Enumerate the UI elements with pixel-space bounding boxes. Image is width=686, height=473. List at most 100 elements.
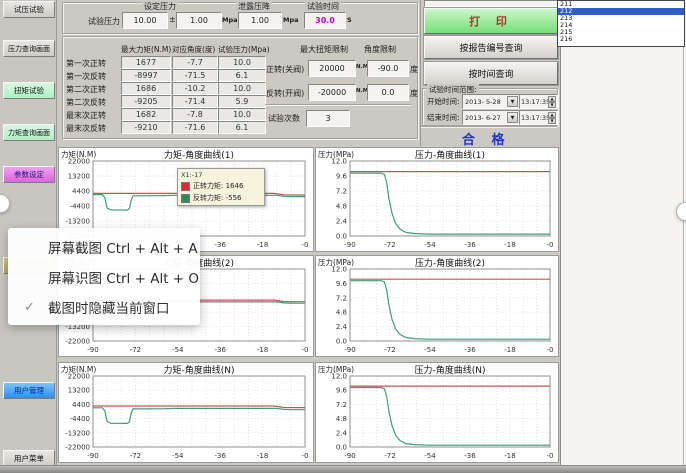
- forward-angle-field[interactable]: -90.0: [367, 60, 409, 77]
- end-time-label: 结束时间:: [427, 112, 460, 123]
- svg-text:-54: -54: [424, 241, 436, 249]
- sidebar-item-parameter-setting[interactable]: 参数设定: [3, 166, 55, 183]
- svg-text:-4400: -4400: [70, 203, 90, 211]
- svg-text:-72: -72: [384, 241, 395, 249]
- tooltip-header: X1:-17: [181, 171, 261, 179]
- test-pressure-field[interactable]: 10.00: [122, 12, 168, 29]
- start-date-picker[interactable]: 2013- 5-28 ▼: [462, 94, 520, 109]
- row-label: 最末次反转: [66, 123, 106, 134]
- svg-text:-13200: -13200: [65, 429, 90, 437]
- test-time-field[interactable]: 30.0: [304, 12, 346, 29]
- overlay-handle-right[interactable]: [676, 202, 686, 221]
- reverse-angle-field[interactable]: 0.0: [367, 84, 409, 101]
- table-cell: 10.0: [218, 108, 266, 121]
- svg-text:9.6: 9.6: [336, 173, 348, 181]
- forward-torque-field[interactable]: 20000: [308, 60, 356, 77]
- list-item[interactable]: 213: [558, 15, 684, 22]
- green-swatch-icon: [181, 194, 190, 203]
- print-button[interactable]: 打 印: [424, 8, 558, 34]
- end-time-picker[interactable]: 13:17:35 ▲▼: [519, 110, 558, 125]
- svg-text:-54: -54: [424, 452, 436, 460]
- svg-text:12.0: 12.0: [331, 266, 347, 274]
- svg-text:4.8: 4.8: [336, 309, 347, 317]
- chart-torque-curve-n: 力矩(N.M)力矩-角度曲线(N)22000132004400-4400-132…: [58, 362, 314, 463]
- svg-text:-18: -18: [257, 241, 268, 249]
- svg-text:0.0: 0.0: [336, 444, 347, 452]
- chart-pressure-curve-2: 压力(MPa)压力-角度曲线(2)12.09.67.24.82.40.0-90-…: [315, 255, 559, 357]
- row-label: 第一次反转: [66, 71, 106, 82]
- svg-text:-0: -0: [302, 346, 309, 354]
- svg-text:13200: 13200: [68, 173, 90, 181]
- svg-text:0.0: 0.0: [336, 338, 347, 346]
- svg-text:-22000: -22000: [65, 338, 90, 346]
- svg-text:-90: -90: [344, 346, 355, 354]
- svg-text:7.2: 7.2: [336, 401, 347, 409]
- svg-text:2.4: 2.4: [336, 218, 348, 226]
- start-time-picker[interactable]: 13:17:35 ▲▼: [519, 94, 558, 109]
- taskbar-strip[interactable]: [0, 465, 686, 473]
- sidebar-item-user-management[interactable]: 用户管理: [3, 382, 55, 399]
- svg-text:4.8: 4.8: [336, 203, 347, 211]
- spinner-icon[interactable]: ▲▼: [548, 112, 556, 123]
- list-item[interactable]: 216: [558, 36, 684, 43]
- svg-text:4.8: 4.8: [336, 415, 347, 423]
- test-pressure-label: 试验压力: [88, 16, 120, 27]
- screen: 试压试验 压力查询画面 扭矩试验 力矩查询画面 参数设定 厂家参数 用户管理 用…: [0, 0, 686, 473]
- list-item-selected[interactable]: 212: [558, 8, 684, 15]
- dropdown-arrow-icon[interactable]: ▼: [507, 112, 518, 123]
- test-time-header: 试验时间: [305, 1, 341, 12]
- tolerance-field[interactable]: 1.00: [176, 12, 222, 29]
- leak-drop-field[interactable]: 1.00: [238, 12, 282, 29]
- svg-text:-72: -72: [384, 346, 395, 354]
- svg-text:-0: -0: [547, 241, 554, 249]
- plus-minus-label: ±: [169, 15, 176, 24]
- query-by-report-button[interactable]: 按报告编号查询: [424, 36, 558, 59]
- menu-item-hide-window[interactable]: ✓ 截图时隐藏当前窗口: [8, 294, 200, 320]
- sidebar-item-torque-query[interactable]: 力矩查询画面: [3, 124, 55, 141]
- svg-text:压力-角度曲线(2): 压力-角度曲线(2): [415, 257, 485, 269]
- menu-item-label: 截图时隐藏当前窗口: [48, 297, 170, 317]
- query-divider: [420, 0, 421, 146]
- menu-item-screen-ocr[interactable]: 屏幕识图 Ctrl + Alt + O: [8, 264, 200, 290]
- deg-unit-1: 度: [410, 64, 418, 75]
- sidebar-item-pressure-test[interactable]: 试压试验: [3, 1, 55, 18]
- svg-text:22000: 22000: [68, 158, 90, 166]
- svg-text:-0: -0: [302, 241, 309, 249]
- menu-item-label: 屏幕识图 Ctrl + Alt + O: [48, 267, 199, 287]
- dropdown-arrow-icon[interactable]: ▼: [507, 96, 518, 107]
- table-cell: 6.1: [218, 69, 266, 82]
- svg-text:13200: 13200: [68, 387, 90, 395]
- query-by-time-button[interactable]: 按时间查询: [424, 62, 558, 85]
- svg-text:压力-角度曲线(1): 压力-角度曲线(1): [415, 149, 485, 161]
- table-cell: 1682: [121, 108, 171, 121]
- svg-text:-36: -36: [214, 241, 226, 249]
- report-number-list[interactable]: 211 212 213 214 215 216: [557, 0, 685, 47]
- svg-text:-0: -0: [547, 346, 554, 354]
- svg-text:-54: -54: [424, 346, 436, 354]
- sidebar-item-torque-test[interactable]: 扭矩试验: [3, 82, 55, 99]
- desktop-window-edge: [683, 0, 684, 465]
- menu-item-screen-capture[interactable]: 屏幕截图 Ctrl + Alt + A: [8, 234, 200, 260]
- torque-limit-header: 最大扭矩限制: [300, 44, 348, 55]
- row-label: 第二次正转: [66, 84, 106, 95]
- list-item[interactable]: 211: [558, 1, 684, 8]
- table-cell: -8997: [121, 69, 171, 82]
- svg-text:-18: -18: [257, 452, 268, 460]
- svg-text:9.6: 9.6: [336, 387, 348, 395]
- test-count-field[interactable]: 3: [306, 110, 350, 127]
- reverse-torque-field[interactable]: -20000: [308, 84, 356, 101]
- end-date-picker[interactable]: 2013- 6-27 ▼: [462, 110, 520, 125]
- svg-text:4400: 4400: [72, 188, 90, 196]
- list-item[interactable]: 215: [558, 29, 684, 36]
- chart-pressure-curve-1: 压力(MPa)压力-角度曲线(1)12.09.67.24.82.40.0-90-…: [315, 147, 559, 252]
- svg-text:-0: -0: [302, 452, 309, 460]
- svg-text:-36: -36: [214, 452, 226, 460]
- list-item[interactable]: 214: [558, 22, 684, 29]
- svg-text:-90: -90: [344, 241, 355, 249]
- sidebar-item-pressure-query[interactable]: 压力查询画面: [3, 40, 55, 57]
- screenshot-context-menu: 屏幕截图 Ctrl + Alt + A 屏幕识图 Ctrl + Alt + O …: [8, 228, 200, 325]
- svg-text:9.6: 9.6: [336, 280, 348, 288]
- svg-text:2.4: 2.4: [336, 429, 348, 437]
- row-label: 第二次反转: [66, 97, 106, 108]
- spinner-icon[interactable]: ▲▼: [548, 96, 556, 107]
